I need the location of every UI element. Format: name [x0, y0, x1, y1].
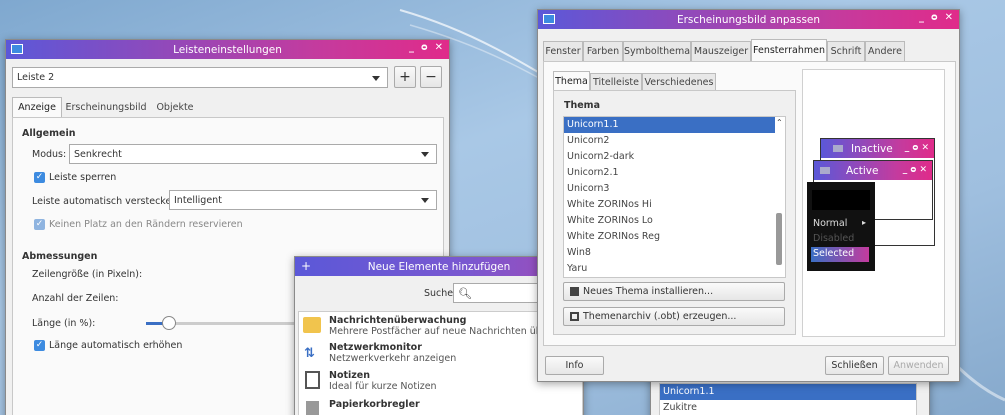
chevron-down-icon	[421, 198, 429, 203]
list-item[interactable]: Unicorn1.1	[660, 384, 916, 400]
window-icon	[833, 145, 843, 152]
scrollbar[interactable]: ⌃	[774, 117, 784, 277]
window-title: Neue Elemente hinzufügen	[367, 260, 511, 273]
title-bar[interactable]: Leisteneinstellungen _ ᴑ ✕	[6, 40, 449, 59]
chevron-right-icon: ▸	[862, 218, 867, 227]
remove-panel-button[interactable]: −	[420, 66, 442, 88]
checkmark-icon: ✓	[34, 219, 45, 230]
window-title: Erscheinungsbild anpassen	[676, 13, 821, 26]
tab-appearance[interactable]: Erscheinungsbild	[62, 97, 150, 117]
archive-icon	[570, 312, 579, 321]
mail-icon	[303, 317, 321, 333]
window-title: Leisteneinstellungen	[173, 43, 282, 56]
mode-label: Modus:	[32, 149, 67, 160]
autohide-label: Leiste automatisch verstecken:	[32, 196, 181, 207]
rows-label: Anzahl der Zeilen:	[32, 293, 119, 304]
tab-other[interactable]: Andere	[865, 41, 905, 61]
create-archive-button[interactable]: Themenarchiv (.obt) erzeugen...	[563, 307, 785, 326]
appearance-window: Erscheinungsbild anpassen _ ᴑ ✕ Fenster Fa…	[537, 9, 960, 382]
tab-cursor[interactable]: Mauszeiger	[691, 41, 751, 61]
list-item[interactable]: Unicorn3	[564, 181, 785, 197]
app-icon	[543, 14, 555, 24]
list-item[interactable]: Win8	[564, 245, 785, 261]
length-slider-handle[interactable]	[162, 316, 176, 330]
list-item[interactable]: Yaru	[564, 261, 785, 277]
scrollbar-thumb[interactable]	[776, 213, 782, 265]
add-icon: +	[301, 259, 312, 273]
lock-panel-checkbox[interactable]: ✓ Leiste sperren	[34, 172, 116, 183]
close-icon[interactable]: ✕	[945, 12, 953, 23]
list-item[interactable]: White ZORINos Lo	[564, 213, 785, 229]
auto-length-checkbox[interactable]: ✓ Länge automatisch erhöhen	[34, 340, 182, 351]
list-item[interactable]: Unicorn2.1	[564, 165, 785, 181]
section-heading: Abmessungen	[22, 251, 98, 262]
minimize-icon[interactable]: _	[919, 12, 924, 23]
maximize-icon[interactable]: ᴑ	[421, 42, 428, 53]
install-theme-button[interactable]: Neues Thema installieren...	[563, 282, 785, 301]
autohide-select[interactable]: Intelligent	[169, 190, 437, 210]
title-bar[interactable]: Erscheinungsbild anpassen _ ᴑ ✕	[538, 10, 959, 29]
list-item[interactable]: Unicorn2-dark	[564, 149, 785, 165]
theme-preview: Inactive _ ᴑ ✕ Active _ ᴑ ✕ Normal ▸ Disab…	[802, 69, 945, 337]
close-icon[interactable]: ✕	[435, 42, 443, 53]
preview-menu-title	[812, 190, 870, 210]
list-item[interactable]: Unicorn2	[564, 133, 785, 149]
tab-items[interactable]: Objekte	[150, 97, 200, 117]
background-theme-list[interactable]: Unicorn1.1 Zukitre	[659, 383, 917, 415]
panel-select[interactable]: Leiste 2	[12, 67, 388, 88]
install-icon	[570, 287, 579, 296]
notes-icon	[305, 371, 320, 389]
list-item[interactable]: Zukitre	[660, 400, 916, 415]
tab-window-border[interactable]: Fensterrahmen	[751, 39, 827, 61]
search-icon: 🔍︎	[458, 286, 472, 300]
app-icon	[11, 44, 23, 54]
no-reserve-checkbox[interactable]: ✓ Keinen Platz an den Rändern reservieren	[34, 219, 243, 230]
info-button[interactable]: Info	[545, 356, 604, 375]
tab-colors[interactable]: Farben	[583, 41, 623, 61]
window-icon	[820, 167, 830, 174]
tab-window[interactable]: Fenster	[543, 41, 583, 61]
tab-display[interactable]: Anzeige	[12, 97, 62, 117]
maximize-icon[interactable]: ᴑ	[931, 12, 938, 23]
subtab-titlebar[interactable]: Titelleiste	[590, 73, 642, 90]
minimize-icon[interactable]: _	[409, 42, 414, 53]
network-icon: ⇅	[304, 346, 315, 361]
list-item[interactable]: Unicorn1.1	[564, 117, 775, 133]
tab-font[interactable]: Schrift	[827, 41, 865, 61]
preview-menu: Normal ▸ Disabled Selected	[807, 182, 875, 271]
add-panel-button[interactable]: +	[394, 66, 416, 88]
apply-button[interactable]: Anwenden	[888, 356, 949, 375]
row-size-label: Zeilengröße (in Pixeln):	[32, 269, 143, 280]
mode-select[interactable]: Senkrecht	[69, 144, 437, 164]
search-input[interactable]: 🔍︎	[453, 283, 543, 303]
search-label: Suche:	[424, 288, 457, 299]
trash-icon	[306, 401, 319, 415]
section-heading: Allgemein	[22, 128, 76, 139]
length-slider-track[interactable]	[168, 322, 308, 325]
list-item[interactable]: White ZORINos Hi	[564, 197, 785, 213]
theme-heading: Thema	[564, 100, 600, 111]
chevron-down-icon	[421, 152, 429, 157]
subtab-theme[interactable]: Thema	[553, 71, 590, 90]
list-item[interactable]: White ZORINos Reg	[564, 229, 785, 245]
tab-icon-theme[interactable]: Symbolthema	[623, 41, 691, 61]
close-button[interactable]: Schließen	[825, 356, 884, 375]
theme-list[interactable]: Unicorn1.1 Unicorn2 Unicorn2-dark Unicor…	[563, 116, 786, 278]
checkmark-icon: ✓	[34, 340, 45, 351]
subtab-misc[interactable]: Verschiedenes	[642, 73, 716, 90]
length-label: Länge (in %):	[32, 318, 96, 329]
chevron-down-icon	[372, 75, 380, 81]
checkmark-icon: ✓	[34, 172, 45, 183]
chevron-up-icon: ⌃	[776, 118, 783, 127]
